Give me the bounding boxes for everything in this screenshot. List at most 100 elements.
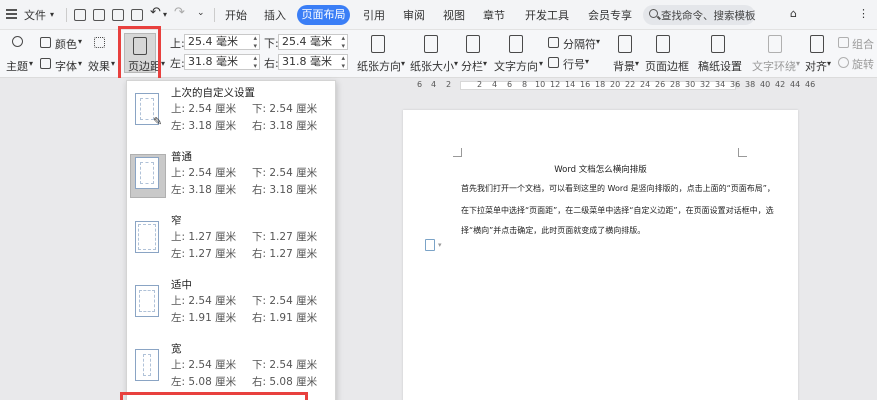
chevron-down-icon[interactable]: ▾: [111, 59, 115, 68]
option-bottom: 下: 2.54 厘米: [252, 295, 318, 307]
undo-icon[interactable]: ↶: [150, 5, 161, 20]
chevron-down-icon[interactable]: ▾: [827, 59, 831, 68]
tab-insert[interactable]: 插入: [264, 7, 286, 23]
page-border-icon[interactable]: [656, 35, 670, 53]
ruler-number: 28: [670, 80, 681, 89]
theme-button[interactable]: 主题: [6, 58, 28, 74]
redo-icon[interactable]: ↷: [174, 5, 185, 20]
ruler-number: 16: [580, 80, 591, 89]
search-placeholder: 查找命令、搜索模板: [661, 10, 756, 22]
document-paragraph-line[interactable]: 在下拉菜单中选择“页面距”，在二级菜单中选择“自定义边距”，在页面设置对话框中，…: [461, 205, 774, 216]
search-box[interactable]: 查找命令、搜索模板: [643, 5, 756, 25]
chevron-down-icon[interactable]: ▾: [78, 37, 82, 46]
tab-references[interactable]: 引用: [363, 7, 385, 23]
menu-icon[interactable]: [6, 9, 17, 19]
ruler-number: 8: [522, 80, 528, 89]
document-title[interactable]: Word 文档怎么横向排版: [403, 163, 798, 175]
chevron-down-icon[interactable]: ▾: [29, 59, 33, 68]
manuscript-icon[interactable]: [711, 35, 725, 53]
rotate-icon[interactable]: [838, 57, 849, 68]
chevron-down-icon[interactable]: ▾: [539, 59, 543, 68]
save-icon[interactable]: [74, 9, 86, 21]
margins-dropdown: ✎ 上次的自定义设置 上: 2.54 厘米 下: 2.54 厘米 左: 3.18…: [126, 80, 336, 400]
effect-button[interactable]: 效果: [88, 58, 110, 74]
line-numbers-button[interactable]: 行号: [563, 56, 585, 72]
chevron-down-icon[interactable]: ▾: [585, 57, 589, 66]
group-button[interactable]: 组合: [852, 36, 874, 52]
theme-icon[interactable]: [12, 36, 23, 47]
chevron-down-icon[interactable]: ▾: [401, 59, 405, 68]
align-button[interactable]: 对齐: [805, 58, 827, 74]
breaks-button[interactable]: 分隔符: [563, 36, 596, 52]
tab-review[interactable]: 审阅: [403, 7, 425, 23]
document-page[interactable]: Word 文档怎么横向排版 首先我们打开一个文档，可以看到这里的 Word 是竖…: [403, 110, 798, 400]
columns-icon[interactable]: [466, 35, 480, 53]
file-menu[interactable]: 文件: [24, 7, 46, 23]
tab-chapter[interactable]: 章节: [483, 7, 505, 23]
margin-option-narrow[interactable]: 窄 上: 1.27 厘米 下: 1.27 厘米 左: 1.27 厘米 右: 1.…: [127, 209, 335, 273]
document-paragraph-line[interactable]: 择“横向”并点击确定，此时页面就变成了横向排版。: [461, 225, 645, 236]
tab-member[interactable]: 会员专享: [588, 7, 632, 23]
chevron-down-icon[interactable]: ▾: [796, 59, 800, 68]
effect-icon[interactable]: [94, 37, 105, 48]
ruler-number: 18: [595, 80, 606, 89]
background-icon[interactable]: [618, 35, 632, 53]
top-margin-input[interactable]: 25.4 毫米: [184, 34, 260, 50]
tab-developer[interactable]: 开发工具: [525, 7, 569, 23]
color-icon[interactable]: [40, 37, 51, 48]
preview-icon[interactable]: [131, 9, 143, 21]
columns-button[interactable]: 分栏: [461, 58, 483, 74]
tab-view[interactable]: 视图: [443, 7, 465, 23]
document-paragraph-line[interactable]: 首先我们打开一个文档，可以看到这里的 Word 是竖向排版的，点击上面的“页面布…: [461, 183, 775, 194]
more-icon[interactable]: ⌄: [197, 8, 205, 18]
tab-page-layout[interactable]: 页面布局: [297, 5, 350, 25]
chevron-down-icon[interactable]: ▾: [438, 241, 442, 249]
font-button[interactable]: 字体: [55, 58, 77, 74]
print-icon[interactable]: [112, 9, 124, 21]
chevron-down-icon[interactable]: ▾: [483, 59, 487, 68]
text-direction-icon[interactable]: [509, 35, 523, 53]
share-icon[interactable]: ⌂: [790, 7, 797, 20]
chevron-down-icon[interactable]: ▾: [163, 10, 167, 19]
background-button[interactable]: 背景: [613, 58, 635, 74]
ruler-number: 2: [477, 80, 483, 89]
font-icon[interactable]: [40, 58, 51, 69]
rotate-button[interactable]: 旋转: [852, 56, 874, 72]
line-numbers-icon[interactable]: [548, 57, 559, 68]
right-margin-input[interactable]: 31.8 毫米: [278, 54, 348, 70]
text-direction-button[interactable]: 文字方向: [494, 58, 538, 74]
option-bottom: 下: 2.54 厘米: [252, 359, 318, 371]
paragraph-options-icon[interactable]: [425, 239, 435, 251]
margin-option-moderate[interactable]: 适中 上: 2.54 厘米 下: 2.54 厘米 左: 1.91 厘米 右: 1…: [127, 273, 335, 337]
option-top: 上: 2.54 厘米: [171, 295, 237, 307]
margin-option-last-custom[interactable]: ✎ 上次的自定义设置 上: 2.54 厘米 下: 2.54 厘米 左: 3.18…: [127, 81, 335, 145]
group-icon[interactable]: [838, 37, 849, 48]
chevron-down-icon[interactable]: ▾: [50, 10, 54, 19]
text-wrap-icon[interactable]: [768, 35, 782, 53]
paper-size-icon[interactable]: [424, 35, 438, 53]
chevron-down-icon[interactable]: ▾: [454, 59, 458, 68]
orientation-icon[interactable]: [371, 35, 385, 53]
manuscript-button[interactable]: 稿纸设置: [698, 58, 742, 74]
export-icon[interactable]: [93, 9, 105, 21]
text-wrap-button[interactable]: 文字环绕: [752, 58, 796, 74]
tab-home[interactable]: 开始: [225, 7, 247, 23]
option-name: 宽: [171, 343, 182, 355]
bottom-margin-input[interactable]: 25.4 毫米: [278, 34, 348, 50]
chevron-down-icon: ▾: [161, 59, 166, 68]
align-icon[interactable]: [810, 35, 824, 53]
chevron-down-icon[interactable]: ▾: [635, 59, 639, 68]
ruler-number: 46: [805, 80, 816, 89]
chevron-down-icon[interactable]: ▾: [78, 59, 82, 68]
margin-option-normal[interactable]: 普通 上: 2.54 厘米 下: 2.54 厘米 左: 3.18 厘米 右: 3…: [127, 145, 335, 209]
breaks-icon[interactable]: [548, 37, 559, 48]
left-margin-input[interactable]: 31.8 毫米: [184, 54, 260, 70]
color-button[interactable]: 颜色: [55, 36, 77, 52]
ruler-number: 40: [760, 80, 771, 89]
chevron-down-icon[interactable]: ▾: [596, 37, 600, 46]
more-icon[interactable]: ⋮: [858, 7, 869, 20]
margin-option-wide[interactable]: 宽 上: 2.54 厘米 下: 2.54 厘米 左: 5.08 厘米 右: 5.…: [127, 337, 335, 400]
orientation-button[interactable]: 纸张方向: [357, 58, 401, 74]
paper-size-button[interactable]: 纸张大小: [410, 58, 454, 74]
page-border-button[interactable]: 页面边框: [645, 58, 689, 74]
